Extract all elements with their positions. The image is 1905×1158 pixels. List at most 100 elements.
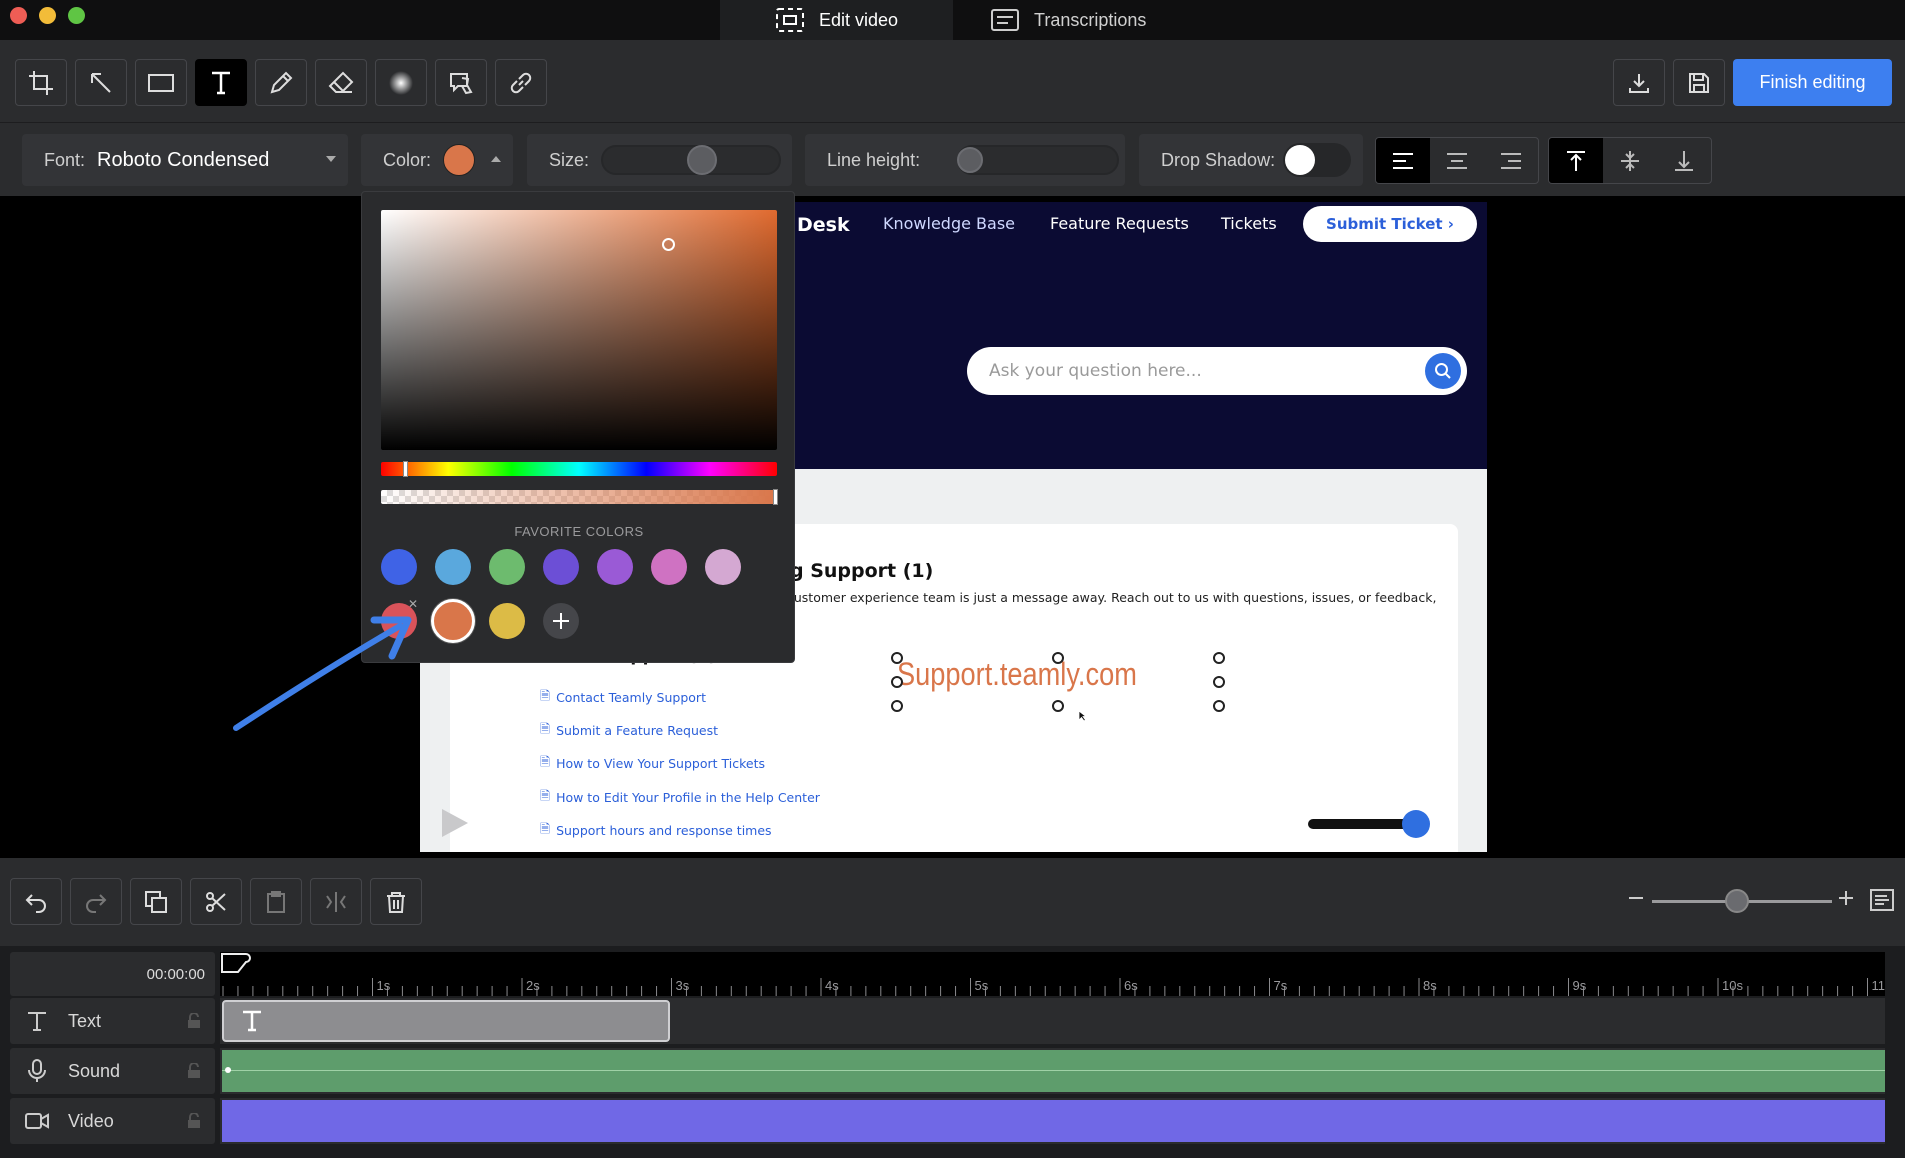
hue-slider[interactable]: [381, 461, 777, 477]
favorite-color-swatch[interactable]: [489, 549, 525, 585]
delete-button[interactable]: [370, 878, 422, 925]
resize-handle-bottom-center[interactable]: [1052, 700, 1064, 712]
playhead[interactable]: [220, 952, 252, 982]
doc-link-label: Contact Teamly Support: [556, 690, 706, 705]
edit-video-icon: [775, 7, 805, 33]
resize-handle-top-right[interactable]: [1213, 652, 1225, 664]
duplicate-button[interactable]: [130, 878, 182, 925]
favorite-color-swatch[interactable]: [489, 603, 525, 639]
video-clip[interactable]: [222, 1100, 1885, 1142]
caret-down-icon: [326, 156, 336, 162]
eraser-tool-button[interactable]: [315, 59, 367, 106]
lock-icon[interactable]: [187, 1013, 201, 1029]
link-tool-button[interactable]: [495, 59, 547, 106]
text-overlay[interactable]: Support.teamly.com: [897, 656, 1137, 693]
tab-transcriptions[interactable]: Transcriptions: [990, 0, 1146, 40]
finish-editing-button[interactable]: Finish editing: [1733, 59, 1892, 106]
favorite-color-swatch[interactable]: [651, 549, 687, 585]
save-button[interactable]: [1673, 59, 1725, 106]
split-button[interactable]: [310, 878, 362, 925]
pen-tool-button[interactable]: [255, 59, 307, 106]
download-button[interactable]: [1613, 59, 1665, 106]
saturation-value-area[interactable]: [381, 210, 777, 450]
sound-keyframe[interactable]: [225, 1067, 231, 1073]
resize-handle-bottom-left[interactable]: [891, 700, 903, 712]
sound-clip[interactable]: [222, 1050, 1885, 1092]
track-label-video: Video: [10, 1098, 215, 1144]
highlight-tool-button[interactable]: [435, 59, 487, 106]
blur-tool-button[interactable]: [375, 59, 427, 106]
opacity-slider-thumb[interactable]: [773, 489, 778, 505]
transcriptions-icon: [990, 8, 1020, 32]
opacity-slider[interactable]: [381, 489, 778, 505]
rectangle-tool-button[interactable]: [135, 59, 187, 106]
size-control: Size:: [527, 134, 792, 186]
rectangle-icon: [148, 73, 174, 92]
favorite-color-swatch[interactable]: [381, 549, 417, 585]
doc-link-label: How to Edit Your Profile in the Help Cen…: [556, 790, 820, 805]
text-tool-button[interactable]: [195, 59, 247, 106]
brand-text: Desk: [797, 214, 850, 236]
add-favorite-color-button[interactable]: [543, 603, 579, 639]
timeline-ruler[interactable]: 1s 2s 3s 4s 5s 6s 7s 8s 9s 10s 11: [220, 952, 1885, 996]
ruler-label: 4s: [825, 978, 839, 993]
resize-handle-top-left[interactable]: [891, 652, 903, 664]
resize-handle-bottom-right[interactable]: [1213, 700, 1225, 712]
document-icon: 🗎: [540, 721, 551, 736]
doc-link-label: Submit a Feature Request: [556, 723, 718, 738]
toggle-knob: [1285, 145, 1315, 175]
lock-icon[interactable]: [187, 1113, 201, 1129]
resize-handle-middle-left[interactable]: [891, 676, 903, 688]
plus-icon: [553, 613, 569, 629]
document-icon: 🗎: [540, 821, 551, 836]
align-middle-button[interactable]: [1603, 138, 1657, 183]
minimize-window-button[interactable]: [39, 7, 56, 24]
align-top-button[interactable]: [1549, 138, 1603, 183]
align-center-icon: [1447, 152, 1467, 169]
zoom-slider-knob[interactable]: [1725, 889, 1749, 913]
sound-waveform-line: [222, 1070, 1885, 1071]
lock-icon[interactable]: [187, 1063, 201, 1079]
align-bottom-button[interactable]: [1657, 138, 1711, 183]
cut-button[interactable]: [190, 878, 242, 925]
align-right-button[interactable]: [1484, 138, 1538, 183]
vertical-align-group: [1548, 137, 1712, 184]
align-center-button[interactable]: [1430, 138, 1484, 183]
line-height-slider-knob[interactable]: [957, 147, 983, 173]
favorite-color-swatch-selected[interactable]: [431, 599, 475, 643]
favorite-color-swatch[interactable]: [705, 549, 741, 585]
font-value: Roboto Condensed: [97, 148, 270, 171]
size-slider-knob[interactable]: [687, 145, 717, 175]
editor-toolbar: Finish editing: [0, 40, 1905, 122]
tab-edit-video[interactable]: Edit video: [720, 0, 953, 40]
drop-shadow-toggle[interactable]: [1283, 143, 1351, 177]
crop-tool-button[interactable]: [15, 59, 67, 106]
maximize-window-button[interactable]: [68, 7, 85, 24]
ruler-label: 11: [1872, 978, 1886, 993]
fit-timeline-icon[interactable]: [1870, 889, 1894, 911]
redo-button[interactable]: [70, 878, 122, 925]
font-select[interactable]: Font: Roboto Condensed: [22, 134, 348, 186]
color-select[interactable]: Color:: [361, 134, 513, 186]
favorite-color-swatch[interactable]: [435, 549, 471, 585]
favorite-color-swatch[interactable]: [597, 549, 633, 585]
zoom-out-icon[interactable]: [1628, 890, 1644, 906]
favorite-color-swatch[interactable]: [543, 549, 579, 585]
drop-shadow-label: Drop Shadow:: [1161, 149, 1276, 170]
text-clip[interactable]: [222, 1000, 670, 1042]
remove-favorite-icon[interactable]: ✕: [408, 597, 418, 611]
arrow-tool-button[interactable]: [75, 59, 127, 106]
close-window-button[interactable]: [10, 7, 27, 24]
resize-handle-top-center[interactable]: [1052, 652, 1064, 664]
microphone-icon: [24, 1058, 50, 1084]
ruler-label: 10s: [1722, 978, 1743, 993]
saturation-value-cursor[interactable]: [662, 238, 675, 251]
resize-handle-middle-right[interactable]: [1213, 676, 1225, 688]
eraser-icon: [328, 71, 354, 93]
zoom-in-icon[interactable]: [1838, 890, 1854, 906]
align-left-button[interactable]: [1376, 138, 1430, 183]
play-icon: [440, 807, 470, 839]
hue-slider-thumb[interactable]: [403, 461, 408, 477]
undo-button[interactable]: [10, 878, 62, 925]
paste-button[interactable]: [250, 878, 302, 925]
